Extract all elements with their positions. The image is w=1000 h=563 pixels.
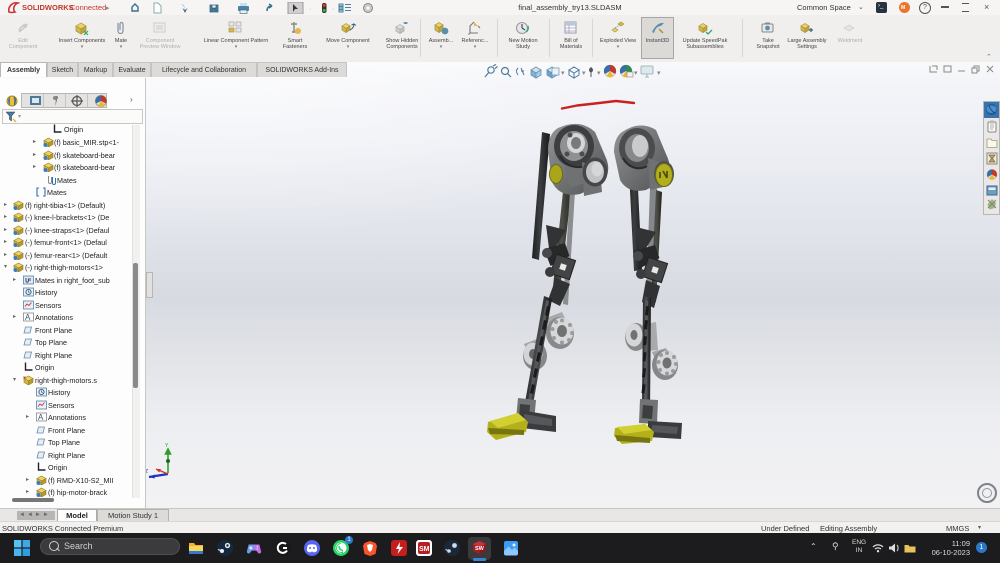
svg-text:▾: ▾ <box>597 70 601 77</box>
svg-text:A: A <box>25 313 31 322</box>
svg-text:▾: ▾ <box>634 70 638 77</box>
svg-text:▾: ▾ <box>582 70 586 77</box>
svg-text:A: A <box>38 413 44 422</box>
svg-text:SW: SW <box>475 546 485 552</box>
svg-text:·: · <box>309 6 311 13</box>
svg-text:SM: SM <box>419 546 430 553</box>
svg-text:▾: ▾ <box>561 70 565 77</box>
svg-text:▾: ▾ <box>657 70 661 77</box>
svg-text:·: · <box>332 6 334 13</box>
